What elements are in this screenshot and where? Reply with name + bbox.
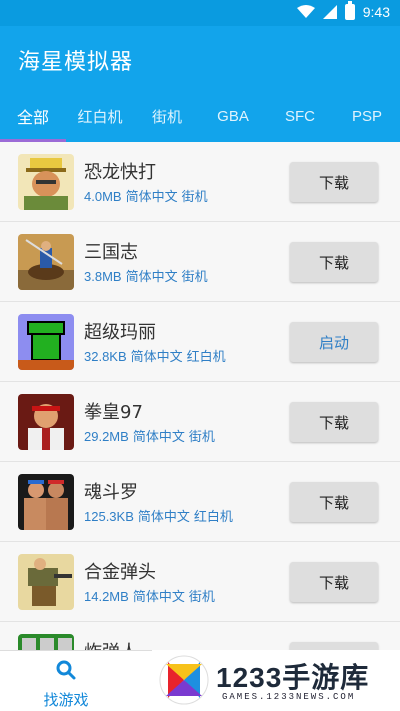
download-button[interactable]: 下载 [290, 162, 378, 202]
game-size: 125.3KB [84, 509, 134, 524]
tab-label: 红白机 [77, 108, 123, 126]
game-name: 合金弹头 [84, 562, 156, 583]
tab-arcade[interactable]: 街机 [134, 90, 200, 142]
watermark-brand: 1233手游库 [216, 662, 370, 693]
download-button[interactable]: 下载 [290, 402, 378, 442]
tab-label: 全部 [16, 110, 49, 127]
tab-sfc[interactable]: SFC [266, 90, 334, 142]
game-name: 炸弹人 [84, 638, 138, 650]
game-size: 29.2MB [84, 429, 129, 444]
fighter-art [18, 394, 74, 450]
game-name: 拳皇97 [84, 402, 143, 423]
list-item[interactable]: 恐龙快打 4.0MB 简体中文 街机 下载 [0, 142, 400, 222]
watermark-logo: 1233手游库 GAMES.1233NEWS.COM [152, 650, 400, 711]
game-name: 恐龙快打 [84, 162, 156, 183]
game-language: 简体中文 [130, 349, 183, 364]
download-button[interactable] [290, 642, 378, 650]
game-language: 简体中文 [125, 189, 178, 204]
download-button[interactable]: 下载 [290, 482, 378, 522]
status-time: 9:43 [362, 4, 390, 20]
game-name: 超级玛丽 [84, 322, 156, 343]
tab-label: SFC [285, 107, 315, 125]
tab-label: PSP [351, 107, 382, 125]
game-language: 简体中文 [137, 509, 190, 524]
wifi-icon [296, 5, 315, 18]
game-platform: 街机 [181, 189, 208, 204]
app-title: 海星模拟器 [18, 50, 134, 75]
soldier-cap-art [18, 154, 74, 210]
green-pipe-art [18, 314, 74, 370]
brand-x-logo [159, 655, 209, 705]
app-header: 海星模拟器 全部 红白机 街机 GBA SFC PSP [0, 26, 400, 142]
find-games-nav[interactable]: 找游戏 [30, 659, 102, 709]
game-name: 三国志 [84, 242, 138, 263]
metal-slug-art [18, 554, 74, 610]
game-platform: 红白机 [186, 349, 226, 364]
game-platform: 红白机 [193, 509, 233, 524]
find-games-label: 找游戏 [43, 691, 89, 709]
download-button[interactable]: 下载 [290, 242, 378, 282]
tab-psp[interactable]: PSP [334, 90, 400, 142]
download-button[interactable]: 下载 [290, 562, 378, 602]
game-language: 简体中文 [125, 269, 178, 284]
game-size: 3.8MB [84, 269, 122, 284]
game-meta: 29.2MB 简体中文 街机 [84, 426, 219, 445]
list-item[interactable]: 合金弹头 14.2MB 简体中文 街机 下载 [0, 542, 400, 622]
list-item[interactable]: 拳皇97 29.2MB 简体中文 街机 下载 [0, 382, 400, 462]
game-meta: 4.0MB 简体中文 街机 [84, 186, 212, 205]
category-tabs: 全部 红白机 街机 GBA SFC PSP [0, 90, 400, 142]
game-platform: 街机 [188, 589, 215, 604]
battery-icon [344, 1, 355, 20]
app-screen: 9:43 海星模拟器 全部 红白机 街机 GBA SFC PSP 恐龙快打 4.… [0, 0, 400, 711]
search-icon [56, 660, 76, 680]
tab-label: 街机 [151, 108, 182, 126]
game-language: 简体中文 [132, 589, 185, 604]
bomberman-art [18, 634, 74, 650]
tab-nes[interactable]: 红白机 [66, 90, 134, 142]
status-icons: 9:43 [296, 1, 390, 20]
list-item[interactable]: 超级玛丽 32.8KB 简体中文 红白机 启动 [0, 302, 400, 382]
tab-gba[interactable]: GBA [200, 90, 266, 142]
game-meta: 3.8MB 简体中文 街机 [84, 266, 212, 285]
signal-icon [322, 5, 337, 19]
watermark-domain: GAMES.1233NEWS.COM [222, 692, 356, 702]
list-item[interactable]: 三国志 3.8MB 简体中文 街机 下载 [0, 222, 400, 302]
game-size: 32.8KB [84, 349, 127, 364]
game-name: 魂斗罗 [84, 482, 138, 503]
tab-label: GBA [217, 107, 249, 125]
game-platform: 街机 [188, 429, 215, 444]
game-size: 4.0MB [84, 189, 122, 204]
tab-all[interactable]: 全部 [0, 90, 66, 142]
status-bar: 9:43 [0, 0, 400, 26]
game-meta: 32.8KB 简体中文 红白机 [84, 346, 230, 365]
game-language: 简体中文 [132, 429, 185, 444]
game-size: 14.2MB [84, 589, 129, 604]
game-meta: 14.2MB 简体中文 街机 [84, 586, 219, 605]
list-item[interactable]: 魂斗罗 125.3KB 简体中文 红白机 下载 [0, 462, 400, 542]
game-platform: 街机 [181, 269, 208, 284]
game-meta: 125.3KB 简体中文 红白机 [84, 506, 237, 525]
launch-button[interactable]: 启动 [290, 322, 378, 362]
commandos-art [18, 474, 74, 530]
horseman-art [18, 234, 74, 290]
list-item[interactable]: 炸弹人 [0, 622, 400, 650]
game-list: 恐龙快打 4.0MB简体中文街机 下载 三国志 3.8MB简体中文街机 [0, 142, 400, 650]
